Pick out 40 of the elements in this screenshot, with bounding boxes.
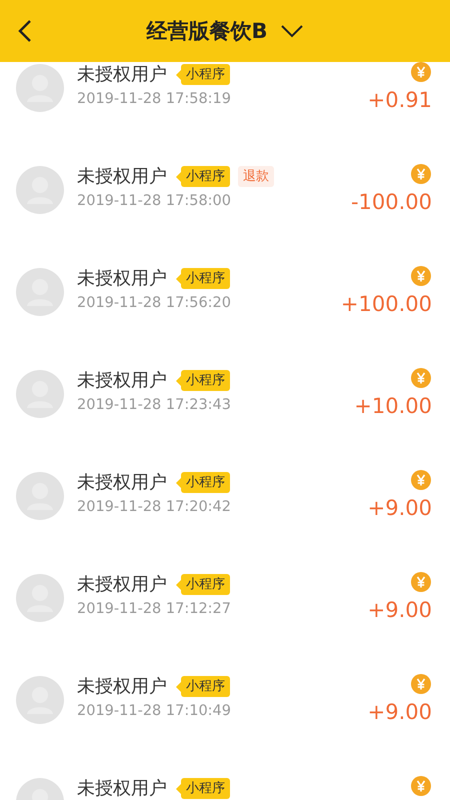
amount: +9.00 [368,598,432,622]
amount: +9.00 [368,496,432,520]
yen-icon [411,164,431,184]
amount: +10.00 [354,394,432,418]
transaction-time: 2019-11-28 17:58:00 [77,193,232,209]
yen-icon [411,674,431,694]
yen-icon [411,572,431,592]
amount: +9.00 [368,700,432,724]
avatar-icon [16,370,64,418]
yen-icon [411,62,431,82]
user-name: 未授权用户 [77,473,167,492]
user-name: 未授权用户 [77,371,167,390]
transaction-time: 2019-11-28 17:20:42 [77,499,232,515]
avatar-icon [16,574,64,622]
transaction-time: 2019-11-28 17:12:27 [77,601,232,617]
amount: +100.00 [340,292,432,316]
user-name: 未授权用户 [77,575,167,594]
yen-icon [411,470,431,490]
store-title[interactable]: 经营版餐饮B [146,17,268,45]
amount: -100.00 [350,190,432,214]
user-name: 未授权用户 [77,65,167,84]
transaction-time: 2019-11-28 17:23:43 [77,397,232,413]
amount: +0.91 [368,88,432,112]
yen-icon [411,266,431,286]
user-name: 未授权用户 [77,269,167,288]
avatar-icon [16,676,64,724]
refund-tag: 退款 [238,166,274,187]
user-name: 未授权用户 [77,779,167,798]
transaction-time: 2019-11-28 17:58:19 [77,91,232,107]
avatar-icon [16,268,64,316]
user-name: 未授权用户 [77,167,167,186]
yen-icon [411,368,431,388]
yen-icon [411,776,431,796]
transaction-time: 2019-11-28 17:10:49 [77,703,232,719]
avatar-icon [16,166,64,214]
chevron-down-icon[interactable] [280,24,304,38]
avatar-icon [16,472,64,520]
transaction-time: 2019-11-28 17:56:20 [77,295,232,311]
user-name: 未授权用户 [77,677,167,696]
avatar-icon [16,64,64,112]
